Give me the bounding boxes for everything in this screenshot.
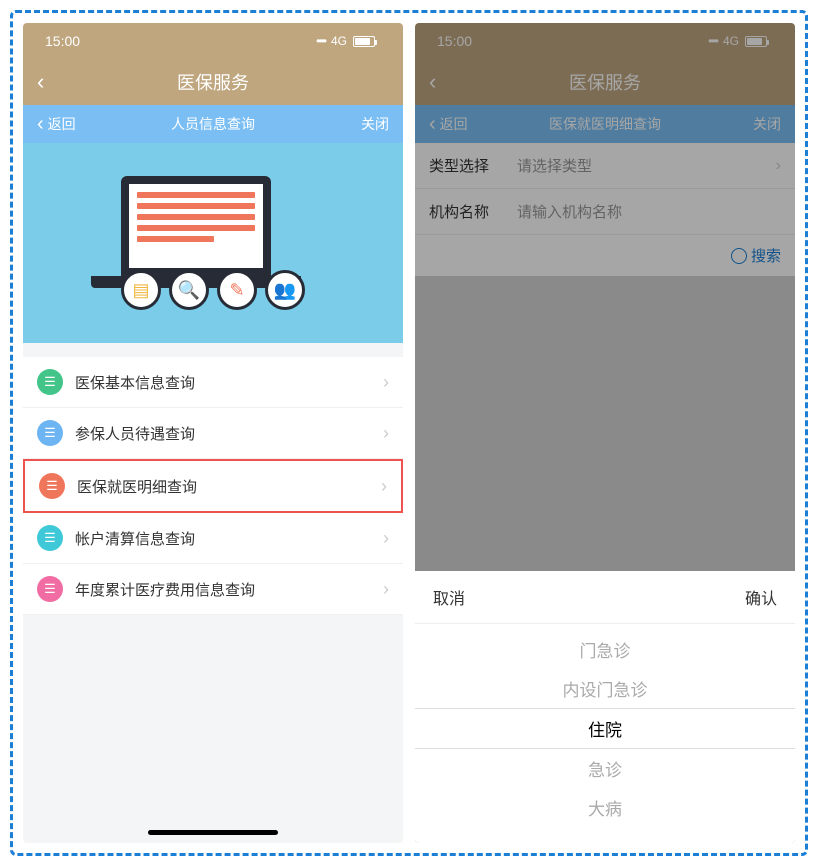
chevron-right-icon: ›	[383, 423, 389, 444]
menu-icon: ☰	[37, 420, 63, 446]
type-picker: 取消 确认 门急诊内设门急诊住院急诊大病	[415, 571, 795, 843]
picker-option[interactable]: 内设门急诊	[415, 669, 795, 708]
nav-sub-close[interactable]: 关闭	[361, 114, 389, 134]
menu-label: 帐户清算信息查询	[75, 528, 371, 549]
network-label: 4G	[723, 34, 739, 48]
menu-icon: ☰	[37, 525, 63, 551]
phone-right-medical-detail-query: 15:00 4G ‹ 医保服务 返回 医保就医明细查询 关闭 类型选择 请选	[415, 23, 795, 843]
menu-icon: ☰	[37, 576, 63, 602]
menu-item[interactable]: ☰ 医保就医明细查询 ›	[23, 459, 403, 513]
menu-label: 医保基本信息查询	[75, 372, 371, 393]
menu-item[interactable]: ☰ 帐户清算信息查询 ›	[23, 513, 403, 564]
pencil-icon: ✎	[217, 270, 257, 310]
battery-icon	[353, 36, 375, 47]
signal-icon	[708, 34, 717, 48]
org-input-row[interactable]: 机构名称 请输入机构名称	[415, 189, 795, 235]
chevron-right-icon: ›	[383, 579, 389, 600]
menu-label: 参保人员待遇查询	[75, 423, 371, 444]
home-indicator[interactable]	[148, 830, 278, 835]
nav-sub-title: 医保就医明细查询	[549, 114, 661, 134]
signal-icon	[316, 34, 325, 48]
menu-label: 医保就医明细查询	[77, 476, 369, 497]
status-bar: 15:00 4G	[415, 23, 795, 59]
menu-icon: ☰	[39, 473, 65, 499]
menu-icon: ☰	[37, 369, 63, 395]
type-placeholder: 请选择类型	[517, 155, 758, 176]
menu-label: 年度累计医疗费用信息查询	[75, 579, 371, 600]
back-icon[interactable]: ‹	[429, 69, 436, 95]
status-time: 15:00	[45, 33, 80, 49]
back-icon[interactable]: ‹	[37, 69, 44, 95]
search-label: 搜索	[751, 245, 781, 266]
search-button[interactable]: 搜索	[415, 235, 795, 276]
picker-option[interactable]: 住院	[415, 708, 795, 749]
picker-options[interactable]: 门急诊内设门急诊住院急诊大病	[415, 624, 795, 843]
status-right: 4G	[708, 34, 767, 48]
nav-main: ‹ 医保服务	[415, 59, 795, 105]
nav-sub: 返回 医保就医明细查询 关闭	[415, 105, 795, 143]
status-time: 15:00	[437, 33, 472, 49]
query-form: 类型选择 请选择类型 › 机构名称 请输入机构名称 搜索	[415, 143, 795, 276]
nav-sub-title: 人员信息查询	[171, 114, 255, 134]
menu-item[interactable]: ☰ 医保基本信息查询 ›	[23, 357, 403, 408]
status-bar: 15:00 4G	[23, 23, 403, 59]
type-label: 类型选择	[429, 155, 499, 176]
nav-sub-close[interactable]: 关闭	[753, 114, 781, 134]
battery-icon	[745, 36, 767, 47]
network-label: 4G	[331, 34, 347, 48]
menu-list: ☰ 医保基本信息查询 › ☰ 参保人员待遇查询 › ☰ 医保就医明细查询 › ☰ 帐户清算信息查询 ›…	[23, 357, 403, 615]
nav-main-title: 医保服务	[569, 69, 641, 95]
nav-main: ‹ 医保服务	[23, 59, 403, 105]
status-right: 4G	[316, 34, 375, 48]
picker-option[interactable]: 急诊	[415, 749, 795, 788]
picker-option[interactable]: 门急诊	[415, 630, 795, 669]
type-select-row[interactable]: 类型选择 请选择类型 ›	[415, 143, 795, 189]
phone-left-person-info-query: 15:00 4G ‹ 医保服务 返回 人员信息查询 关闭	[23, 23, 403, 843]
chevron-right-icon: ›	[383, 372, 389, 393]
nav-sub-back[interactable]: 返回	[37, 114, 76, 134]
chevron-right-icon: ›	[381, 476, 387, 497]
picker-option[interactable]: 大病	[415, 788, 795, 827]
doc-icon: ▤	[121, 270, 161, 310]
picker-cancel[interactable]: 取消	[433, 585, 465, 609]
chevron-right-icon: ›	[383, 528, 389, 549]
picker-confirm[interactable]: 确认	[745, 585, 777, 609]
nav-sub: 返回 人员信息查询 关闭	[23, 105, 403, 143]
org-label: 机构名称	[429, 201, 499, 222]
nav-main-title: 医保服务	[177, 69, 249, 95]
hero-illustration: ▤ 🔍 ✎ 👥	[23, 143, 403, 343]
nav-sub-back[interactable]: 返回	[429, 114, 468, 134]
search-icon: 🔍	[169, 270, 209, 310]
org-placeholder: 请输入机构名称	[517, 201, 781, 222]
chevron-right-icon: ›	[776, 157, 781, 175]
people-icon: 👥	[265, 270, 305, 310]
menu-item[interactable]: ☰ 参保人员待遇查询 ›	[23, 408, 403, 459]
menu-item[interactable]: ☰ 年度累计医疗费用信息查询 ›	[23, 564, 403, 615]
